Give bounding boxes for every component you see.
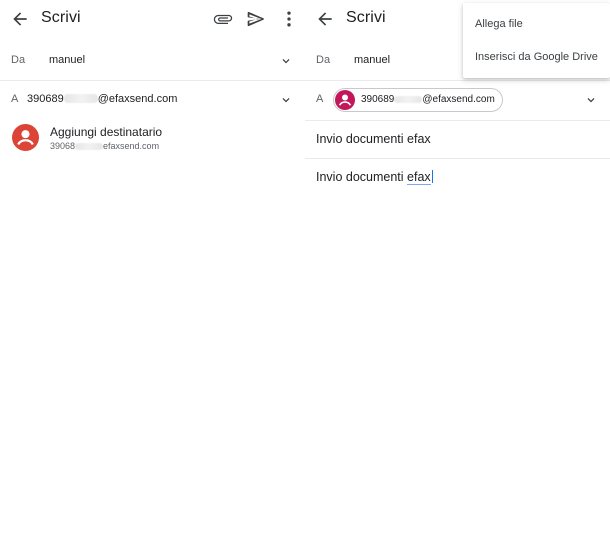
chevron-down-icon[interactable] [279,54,293,68]
to-row[interactable]: A 390689 @efaxsend.com [0,93,305,109]
from-value: manuel [49,54,86,66]
attach-menu: Allega file Inserisci da Google Drive [463,3,610,78]
chip-suffix: @efaxsend.com [422,94,495,105]
app-bar: Scrivi [0,0,305,38]
suggestion-email-suffix: efaxsend.com [103,141,160,151]
redacted-segment [394,96,423,103]
to-prefix: 390689 [27,93,64,105]
divider [305,80,610,81]
from-label: Da [316,54,331,66]
redacted-segment [63,94,98,103]
chevron-down-icon[interactable] [584,93,598,107]
to-suffix: @efaxsend.com [97,93,178,105]
more-vert-icon[interactable] [279,9,299,29]
from-label: Da [11,54,26,66]
back-arrow-icon[interactable] [315,9,335,29]
divider [0,80,305,81]
redacted-segment [75,143,104,150]
back-arrow-icon[interactable] [10,9,30,29]
text-caret [431,170,433,183]
suggestion-email: 39068 efaxsend.com [50,141,159,151]
divider [305,120,610,121]
send-icon[interactable] [246,9,266,29]
body-text-word: efax [407,170,431,185]
chip-email: 390689 @efaxsend.com [361,94,495,105]
body-field[interactable]: Invio documenti efax [316,170,433,185]
subject-field[interactable]: Invio documenti efax [316,132,431,146]
person-icon [17,130,34,146]
to-input[interactable]: 390689 @efaxsend.com [27,93,177,105]
to-label: A [11,93,19,105]
suggestion-email-prefix: 39068 [50,141,76,151]
to-label: A [316,93,324,105]
body-text: Invio documenti [316,170,408,184]
from-value: manuel [354,54,391,66]
page-title: Scrivi [346,9,386,26]
menu-item-insert-from-drive[interactable]: Inserisci da Google Drive [475,51,598,63]
chip-prefix: 390689 [361,94,395,105]
attach-icon[interactable] [213,9,233,29]
divider [305,158,610,159]
avatar [12,124,39,151]
menu-item-attach-file[interactable]: Allega file [475,18,523,30]
compose-screen-right: Scrivi Da manuel A 390689 @efaxsend.com I… [305,0,610,539]
compose-screen-left: Scrivi Da manuel A 390689 @efaxsend.com [0,0,305,539]
chevron-down-icon[interactable] [279,93,293,107]
suggestion-name: Aggiungi destinatario [50,125,163,139]
from-row[interactable]: Da manuel [0,54,305,70]
avatar [335,90,355,110]
person-icon [338,94,352,106]
page-title: Scrivi [41,9,81,26]
recipient-chip[interactable]: 390689 @efaxsend.com [333,88,503,112]
